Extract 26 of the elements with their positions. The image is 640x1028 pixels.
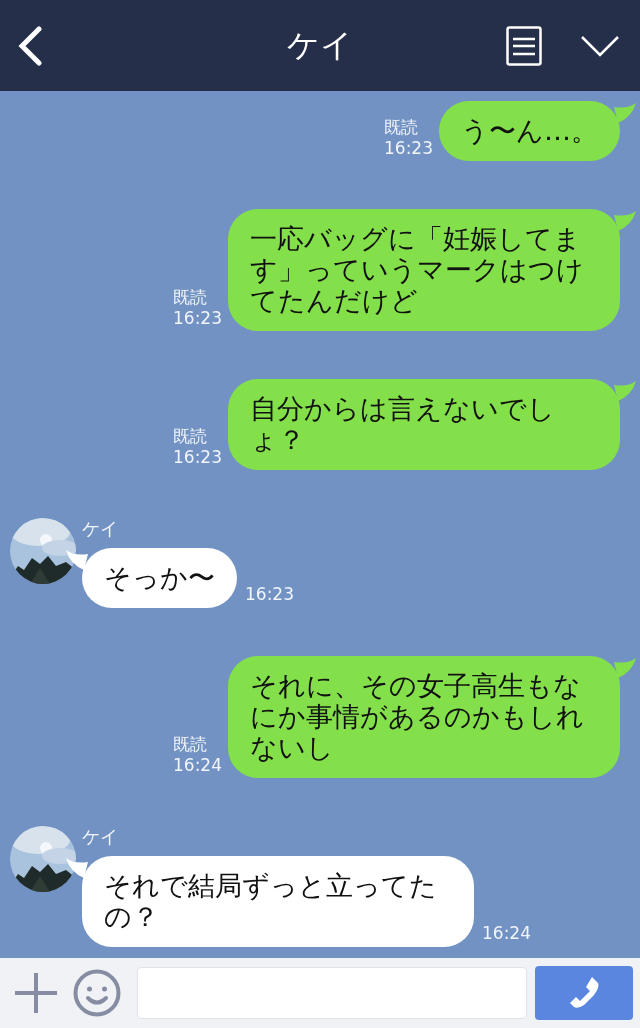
message-time: 16:24 (173, 755, 222, 776)
bubble-tail (64, 550, 88, 570)
bubble-tail (614, 658, 638, 678)
call-button[interactable] (535, 966, 633, 1020)
sender-name: ケイ (81, 518, 119, 540)
bubble-tail (614, 103, 638, 123)
read-receipt: 既読 (173, 734, 208, 755)
bubble-tail (614, 211, 638, 231)
message-time: 16:24 (482, 923, 531, 943)
read-receipt: 既読 (384, 117, 419, 138)
chevron-down-icon[interactable] (580, 34, 620, 57)
read-receipt: 既読 (173, 426, 208, 447)
plus-icon[interactable] (15, 973, 57, 1013)
message-time: 16:23 (245, 584, 294, 604)
bubble-tail (64, 858, 88, 878)
message-time: 16:23 (173, 447, 222, 468)
bubble-tail (614, 381, 638, 401)
read-receipt: 既読 (173, 287, 208, 308)
smiley-icon[interactable] (73, 969, 121, 1017)
message-input[interactable] (137, 967, 527, 1019)
notes-icon[interactable] (506, 25, 542, 66)
message-time: 16:23 (384, 138, 433, 159)
message-time: 16:23 (173, 308, 222, 329)
chat-title: ケイ (286, 24, 354, 66)
back-icon[interactable] (17, 25, 43, 66)
sender-name: ケイ (81, 826, 119, 848)
